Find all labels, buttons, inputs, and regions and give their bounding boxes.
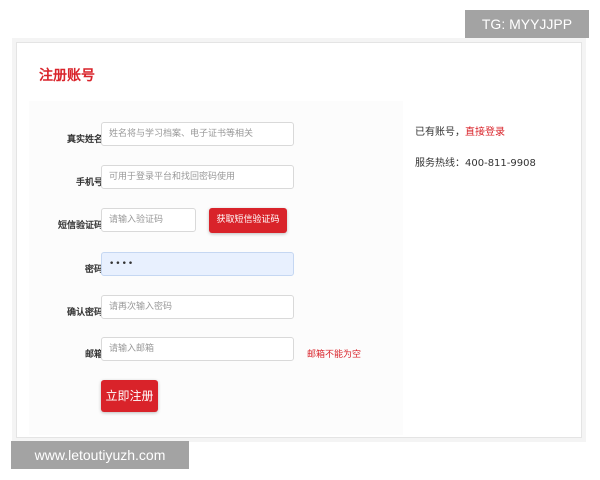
password-label: 密码 <box>84 265 103 275</box>
register-button[interactable]: 立即注册 <box>101 380 158 412</box>
name-input[interactable]: 姓名将与学习档案、电子证书等相关 <box>101 122 294 146</box>
sms-code-input[interactable]: 请输入验证码 <box>101 208 196 232</box>
name-label: 真实姓名 <box>66 135 103 145</box>
confirm-password-input[interactable]: 请再次输入密码 <box>101 295 294 319</box>
watermark-bottom: www.letoutiyuzh.com <box>11 441 189 469</box>
email-label: 邮箱 <box>84 350 103 360</box>
registration-panel: 注册账号 真实姓名 姓名将与学习档案、电子证书等相关 手机号 可用于登录平台和找… <box>16 42 582 438</box>
confirm-password-label: 确认密码 <box>66 308 103 318</box>
email-error-message: 邮箱不能为空 <box>307 350 362 360</box>
sms-label: 短信验证码 <box>57 221 103 231</box>
side-info: 已有账号，直接登录 服务热线：400-811-9908 <box>415 123 536 169</box>
have-account-text: 已有账号， <box>415 127 465 138</box>
registration-form: 真实姓名 姓名将与学习档案、电子证书等相关 手机号 可用于登录平台和找回密码使用… <box>29 101 403 435</box>
watermark-top: TG: MYYJJPP <box>465 10 589 38</box>
email-input[interactable]: 请输入邮箱 <box>101 337 294 361</box>
login-link[interactable]: 直接登录 <box>465 127 505 138</box>
login-prompt: 已有账号，直接登录 <box>415 123 536 138</box>
page-title: 注册账号 <box>39 68 95 84</box>
password-input[interactable]: •••• <box>101 252 294 276</box>
phone-input[interactable]: 可用于登录平台和找回密码使用 <box>101 165 294 189</box>
service-hotline: 服务热线：400-811-9908 <box>415 158 536 169</box>
phone-label: 手机号 <box>75 178 103 188</box>
get-sms-code-button[interactable]: 获取短信验证码 <box>209 208 287 233</box>
